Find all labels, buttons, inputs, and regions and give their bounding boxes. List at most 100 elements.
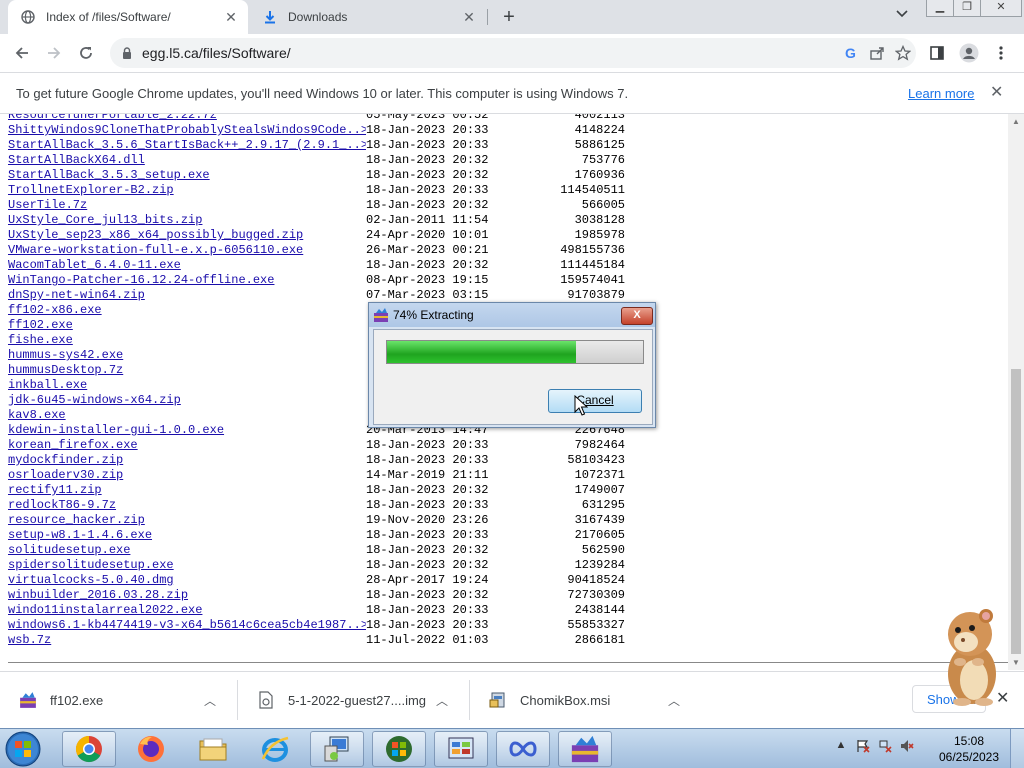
bookmark-star-icon[interactable] — [890, 40, 916, 66]
taskbar-infinity-app[interactable] — [496, 731, 550, 767]
forward-arrow-icon[interactable] — [42, 41, 66, 65]
file-link[interactable]: UxStyle_sep23_x86_x64_possibly_bugged.zi… — [8, 228, 366, 243]
file-date: 18-Jan-2023 20:33 — [366, 438, 489, 452]
file-link[interactable]: rectify11.zip — [8, 483, 366, 498]
tab-close-icon[interactable]: ✕ — [222, 8, 240, 26]
file-link[interactable]: virtualcocks-5.0.40.dmg — [8, 573, 366, 588]
lock-icon[interactable] — [120, 46, 134, 60]
download-item[interactable]: 5-1-2022-guest27....img ︿ — [238, 672, 468, 728]
file-link[interactable]: spidersolitudesetup.exe — [8, 558, 366, 573]
scrollbar-thumb[interactable] — [1011, 369, 1021, 654]
file-link[interactable]: ResourceTunerPortable_2.22.7z — [8, 114, 366, 123]
dialog-close-button[interactable]: X — [621, 307, 653, 325]
window-controls: ▁ ❐ ✕ — [926, 0, 1022, 17]
taskbar-control-panel[interactable] — [434, 731, 488, 767]
dialog-title-bar[interactable]: 74% Extracting X — [369, 303, 655, 327]
restore-button[interactable]: ❐ — [953, 0, 981, 17]
file-link[interactable]: hummus-sys42.exe — [8, 348, 366, 363]
back-arrow-icon[interactable] — [10, 41, 34, 65]
tab-search-chevron-icon[interactable] — [895, 8, 915, 26]
file-link[interactable]: dnSpy-net-win64.zip — [8, 288, 366, 303]
file-link[interactable]: WacomTablet_6.4.0-11.exe — [8, 258, 366, 273]
file-link[interactable]: resource_hacker.zip — [8, 513, 366, 528]
file-link[interactable]: jdk-6u45-windows-x64.zip — [8, 393, 366, 408]
tab-index-of-files[interactable]: Index of /files/Software/ ✕ — [8, 0, 248, 34]
tab-downloads[interactable]: Downloads ✕ — [250, 0, 486, 34]
file-link[interactable]: korean_firefox.exe — [8, 438, 366, 453]
file-link[interactable]: solitudesetup.exe — [8, 543, 366, 558]
address-bar[interactable]: egg.l5.ca/files/Software/ G — [110, 38, 916, 68]
side-panel-icon[interactable] — [926, 42, 948, 64]
file-link[interactable]: StartAllBackX64.dll — [8, 153, 366, 168]
file-link[interactable]: ff102.exe — [8, 318, 366, 333]
new-tab-button[interactable]: + — [498, 6, 520, 28]
download-item[interactable]: ff102.exe ︿ — [0, 672, 236, 728]
profile-avatar-icon[interactable] — [958, 42, 980, 64]
chevron-up-icon[interactable]: ︿ — [664, 692, 684, 709]
file-size: 4002113 — [574, 114, 625, 122]
cancel-button[interactable]: Cancel — [548, 389, 642, 413]
taskbar-winrar[interactable] — [558, 731, 612, 767]
taskbar-file-explorer[interactable] — [186, 731, 240, 767]
taskbar-windows-logo-app[interactable] — [372, 731, 426, 767]
listing-row: WinTango-Patcher-16.12.24-offline.exe 08-… — [8, 273, 625, 288]
window-close-button[interactable]: ✕ — [980, 0, 1022, 17]
google-lens-icon[interactable]: G — [838, 40, 864, 66]
file-link[interactable]: setup-w8.1-1.4.6.exe — [8, 528, 366, 543]
file-link[interactable]: VMware-workstation-full-e.x.p-6056110.ex… — [8, 243, 366, 258]
file-link[interactable]: UxStyle_Core_jul13_bits.zip — [8, 213, 366, 228]
share-icon[interactable] — [864, 40, 890, 66]
listing-row: rectify11.zip 18-Jan-2023 20:32 1749007 — [8, 483, 625, 498]
taskbar-firefox[interactable] — [124, 731, 178, 767]
taskbar-internet-explorer[interactable] — [248, 731, 302, 767]
file-date: 02-Jan-2011 11:54 — [366, 213, 489, 227]
file-link[interactable]: inkball.exe — [8, 378, 366, 393]
vertical-scrollbar[interactable]: ▲ ▼ — [1008, 114, 1024, 670]
reload-icon[interactable] — [74, 41, 98, 65]
file-link[interactable]: TrollnetExplorer-B2.zip — [8, 183, 366, 198]
file-link[interactable]: osrloaderv30.zip — [8, 468, 366, 483]
file-link[interactable]: wsb.7z — [8, 633, 366, 648]
network-icon[interactable] — [878, 739, 892, 755]
chevron-up-icon[interactable]: ︿ — [432, 692, 452, 709]
file-link[interactable]: WinTango-Patcher-16.12.24-offline.exe — [8, 273, 366, 288]
infobar-close-icon[interactable]: ✕ — [990, 82, 1003, 102]
scroll-down-arrow-icon[interactable]: ▼ — [1012, 658, 1020, 667]
file-link[interactable]: kav8.exe — [8, 408, 366, 423]
file-link[interactable]: mydockfinder.zip — [8, 453, 366, 468]
file-link[interactable]: windo11instalarreal2022.exe — [8, 603, 366, 618]
file-link[interactable]: windows6.1-kb4474419-v3-x64_b5614c6cea5c… — [8, 618, 366, 633]
taskbar-clock[interactable]: 15:08 06/25/2023 — [935, 733, 1003, 765]
listing-row: UxStyle_sep23_x86_x64_possibly_bugged.zi… — [8, 228, 625, 243]
file-link[interactable]: redlockT86-9.7z — [8, 498, 366, 513]
horizontal-rule — [8, 662, 1008, 663]
learn-more-link[interactable]: Learn more — [908, 86, 974, 101]
minimize-button[interactable]: ▁ — [926, 0, 954, 17]
download-item[interactable]: ChomikBox.msi ︿ — [470, 672, 700, 728]
taskbar-computer-management[interactable] — [310, 731, 364, 767]
file-link[interactable]: winbuilder_2016.03.28.zip — [8, 588, 366, 603]
taskbar-chrome[interactable] — [62, 731, 116, 767]
file-link[interactable]: kdewin-installer-gui-1.0.0.exe — [8, 423, 366, 438]
url-text[interactable]: egg.l5.ca/files/Software/ — [142, 45, 838, 61]
file-link[interactable]: fishe.exe — [8, 333, 366, 348]
file-link[interactable]: ff102-x86.exe — [8, 303, 366, 318]
file-link[interactable]: hummusDesktop.7z — [8, 363, 366, 378]
file-link[interactable]: StartAllBack_3.5.3_setup.exe — [8, 168, 366, 183]
show-hidden-icons-arrow-icon[interactable]: ▲ — [834, 739, 848, 755]
file-link[interactable]: UserTile.7z — [8, 198, 366, 213]
start-button[interactable] — [4, 730, 44, 768]
show-desktop-button[interactable] — [1010, 729, 1024, 768]
extraction-progress-bar — [386, 340, 644, 364]
scroll-up-arrow-icon[interactable]: ▲ — [1012, 117, 1020, 126]
kebab-menu-icon[interactable] — [990, 42, 1012, 64]
file-size: 58103423 — [567, 453, 625, 467]
hamster-desktop-pet[interactable] — [936, 604, 1006, 708]
tab-close-icon[interactable]: ✕ — [460, 8, 478, 26]
chevron-up-icon[interactable]: ︿ — [200, 692, 220, 709]
action-center-flag-icon[interactable] — [856, 739, 870, 755]
file-link[interactable]: StartAllBack_3.5.6_StartIsBack++_2.9.17_… — [8, 138, 366, 153]
file-link[interactable]: ShittyWindos9CloneThatProbablyStealsWind… — [8, 123, 366, 138]
volume-muted-icon[interactable] — [900, 739, 914, 755]
file-size: 2438144 — [574, 603, 625, 617]
